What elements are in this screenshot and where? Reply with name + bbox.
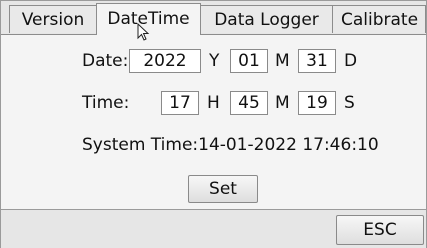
minute-field[interactable]: 45 [230, 91, 268, 115]
esc-button[interactable]: ESC [336, 215, 424, 245]
day-field[interactable]: 31 [298, 49, 336, 73]
date-label: Date: [82, 51, 129, 71]
tab-calibrate[interactable]: Calibrate [332, 5, 426, 33]
tab-data-logger[interactable]: Data Logger [200, 5, 333, 33]
bottom-bar: ESC [1, 209, 426, 248]
time-label: Time: [82, 93, 130, 113]
day-unit-label: D [344, 51, 358, 71]
year-field[interactable]: 2022 [129, 49, 201, 73]
mouse-pointer-icon [137, 23, 150, 41]
set-button[interactable]: Set [188, 175, 258, 203]
system-time-text: System Time:14-01-2022 17:46:10 [82, 135, 379, 155]
tab-bar: Version DateTime Data Logger Calibrate [1, 1, 426, 35]
second-unit-label: S [344, 93, 355, 113]
datetime-panel: Date: 2022 Y 01 M 31 D Time: 17 H 45 M 1… [1, 35, 426, 209]
datetime-window: Version DateTime Data Logger Calibrate D… [0, 0, 427, 248]
year-unit-label: Y [209, 51, 220, 71]
month-field[interactable]: 01 [230, 49, 268, 73]
minute-unit-label: M [275, 93, 290, 113]
second-field[interactable]: 19 [298, 91, 336, 115]
tab-version[interactable]: Version [9, 5, 97, 33]
month-unit-label: M [275, 51, 290, 71]
tab-divider [1, 34, 426, 35]
hour-field[interactable]: 17 [161, 91, 199, 115]
hour-unit-label: H [207, 93, 220, 113]
